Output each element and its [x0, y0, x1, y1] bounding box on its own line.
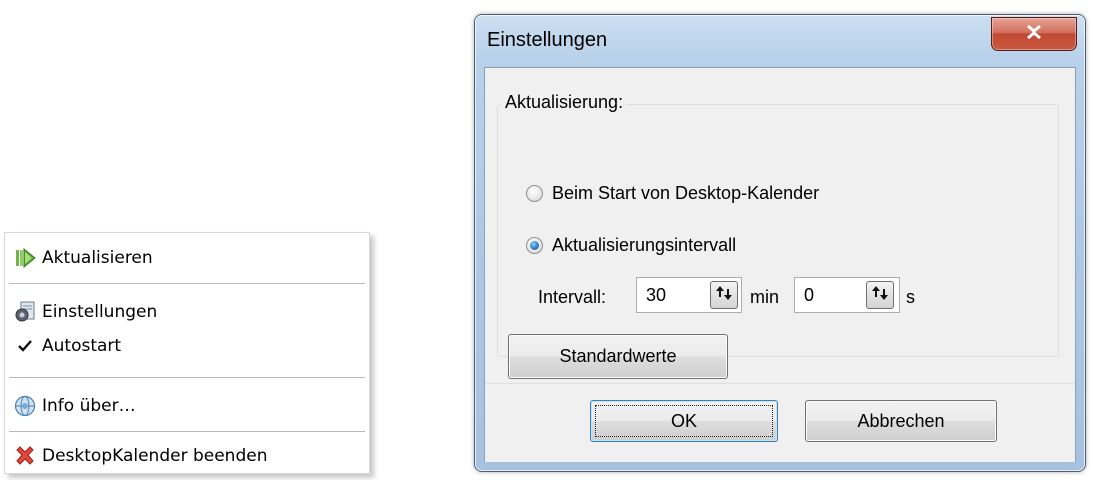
update-group: Beim Start von Desktop-Kalender Aktualis… — [497, 104, 1059, 379]
minutes-value: 30 — [646, 284, 667, 305]
radio-button[interactable] — [526, 185, 543, 202]
spinner-arrows-icon — [714, 283, 734, 308]
cancel-button[interactable]: Abbrechen — [805, 400, 997, 442]
menu-item-label: Autostart — [42, 336, 122, 356]
ok-label: OK — [670, 410, 697, 431]
seconds-value: 0 — [804, 284, 815, 305]
checkmark-icon — [14, 335, 36, 357]
group-legend: Aktualisierung: — [501, 92, 628, 113]
context-menu: Aktualisieren Einstellungen Autostart In… — [4, 232, 370, 474]
menu-item-einstellungen[interactable]: Einstellungen — [5, 295, 369, 329]
menu-item-label: Aktualisieren — [42, 248, 153, 268]
red-x-icon — [14, 445, 36, 467]
minutes-unit: min — [750, 287, 780, 307]
radio-interval[interactable]: Aktualisierungsintervall — [526, 235, 736, 256]
ok-button[interactable]: OK — [590, 400, 778, 442]
menu-separator — [9, 283, 365, 284]
close-button[interactable] — [991, 17, 1077, 51]
defaults-button[interactable]: Standardwerte — [508, 334, 728, 379]
menu-item-beenden[interactable]: DesktopKalender beenden — [5, 439, 369, 473]
radio-label: Aktualisierungsintervall — [552, 235, 737, 255]
menu-separator — [9, 377, 365, 378]
menu-item-autostart[interactable]: Autostart — [5, 329, 369, 363]
radio-label: Beim Start von Desktop-Kalender — [552, 183, 820, 203]
menu-item-aktualisieren[interactable]: Aktualisieren — [5, 241, 369, 275]
info-globe-icon — [14, 395, 36, 417]
interval-label: Intervall: — [538, 287, 607, 307]
settings-gear-document-icon — [14, 301, 36, 323]
spinner-arrows-icon — [870, 283, 890, 308]
radio-on-start[interactable]: Beim Start von Desktop-Kalender — [526, 183, 819, 204]
dialog-title: Einstellungen — [487, 29, 608, 51]
seconds-spinner[interactable] — [866, 281, 894, 309]
menu-item-label: Info über… — [42, 396, 136, 416]
minutes-spinner[interactable] — [710, 281, 738, 309]
seconds-unit: s — [906, 287, 915, 307]
menu-item-label: Einstellungen — [42, 302, 158, 322]
menu-separator — [9, 431, 365, 432]
cancel-label: Abbrechen — [857, 410, 945, 431]
menu-item-info[interactable]: Info über… — [5, 389, 369, 423]
settings-dialog: Einstellungen Beim Start von Desktop-Kal… — [474, 14, 1086, 472]
radio-button-selected[interactable] — [526, 237, 543, 254]
dialog-footer: OK Abbrechen — [485, 383, 1075, 462]
dialog-client-area: Beim Start von Desktop-Kalender Aktualis… — [484, 67, 1076, 462]
menu-item-label: DesktopKalender beenden — [42, 446, 268, 466]
refresh-play-icon — [14, 247, 36, 269]
close-x-icon — [1025, 24, 1043, 45]
